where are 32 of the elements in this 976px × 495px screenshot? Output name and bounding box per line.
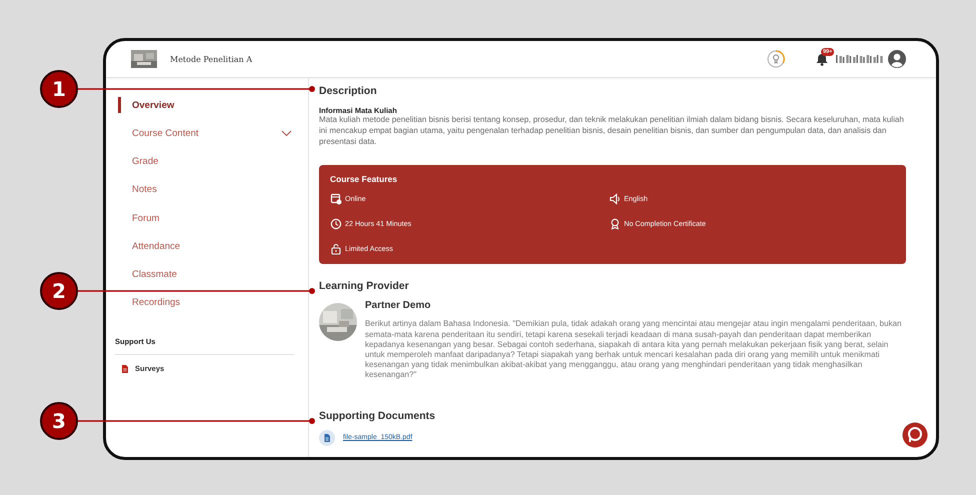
monitor-icon [330, 192, 342, 205]
course-title: Metode Penelitian A [170, 54, 252, 64]
section-heading: Description [319, 85, 378, 97]
file-icon [319, 430, 335, 446]
description-text: Mata kuliah metode penelitian bisnis berisi tentang konsep, prosedur, dan teknik melakukan penelitian ilmiah dalam bidang bisnis. Secara keseluruhan, mata kuliah ini mencakup empat bagian utama, yaitu pengenalan terhadap penelitian bisnis, desain penelitian bisnis, dan sumber dan pengumpulan data, dan analisis dan presentasi data. [319, 115, 905, 148]
chevron-down-icon[interactable] [281, 130, 292, 137]
card-title: Course Features [330, 174, 398, 184]
chat-button[interactable] [902, 422, 928, 448]
callout-number: 1 [40, 70, 78, 108]
sidebar-item[interactable]: Attendance [118, 232, 308, 260]
sidebar-item[interactable]: Course Content [118, 119, 308, 148]
sidebar-item[interactable]: Notes [118, 176, 308, 204]
avatar-icon[interactable] [888, 50, 906, 68]
section-heading: Learning Provider [319, 280, 410, 292]
notification-icon[interactable] [816, 52, 828, 66]
sidebar-item[interactable]: Recordings [118, 288, 308, 318]
callout-number: 3 [40, 402, 78, 440]
lock-icon [330, 242, 342, 255]
provider-description: Berikut artinya dalam Bahasa Indonesia. "Demikian pula, tidak adakah orang yang mencintai atau mengejar atau ingin mengalami penderitaan, bukan semata-mata karena penderitaan itu sendiri, tetapi karena sesekali terjadi keadaan di mana susah-payah dan penderitaan dapat memberikan kepadanya kesenangan yang besar. Sebagai contoh sederhana, siapakah di antara kita yang pernah melakukan pekerjaan fisik yang berat, selain untuk memperoleh manfaat daripadanya? Tetapi siapakah yang berhak untuk mencari kesalahan pada diri orang yang memilih untuk menikmati kesenangan yang tidak menimbulkan akibat-akibat yang mengganggu, atau orang yang menghindari penderitaan yang tidak menghasilkan kesenangan?" [365, 319, 902, 381]
clock-icon [330, 218, 342, 230]
sidebar-item[interactable]: Grade [118, 147, 308, 176]
sidebar-item[interactable]: Forum [118, 204, 308, 232]
sidebar-item[interactable]: Classmate [118, 260, 308, 289]
sidebar-item[interactable]: Overview [118, 97, 308, 113]
document-icon [122, 364, 128, 373]
callout-number: 2 [40, 272, 78, 310]
blurred-username [836, 53, 884, 65]
speaker-icon [609, 192, 621, 205]
badge-icon [609, 218, 621, 230]
achievement-icon[interactable] [767, 50, 785, 68]
section-heading: Supporting Documents [319, 410, 436, 422]
provider-name: Partner Demo [365, 300, 432, 312]
